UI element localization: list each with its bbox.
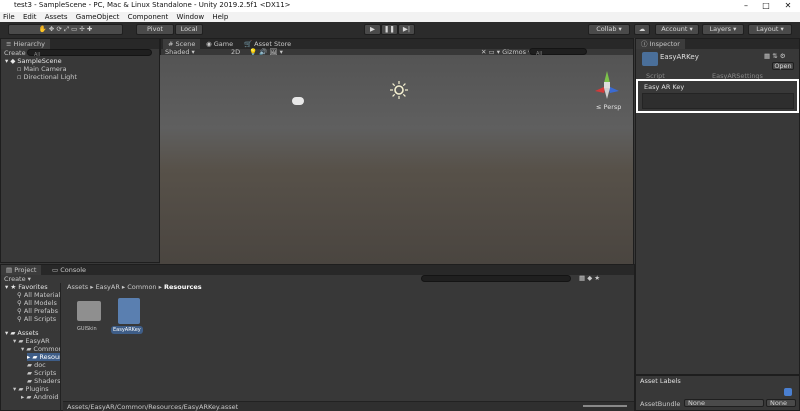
title-bar: test3 - SampleScene - PC, Mac & Linux St… [0,0,800,12]
label-tag-icon[interactable] [784,388,792,396]
menu-assets[interactable]: Assets [42,12,71,22]
tree-easyar[interactable]: ▾ ▰ EasyAR [13,337,50,345]
project-create-button[interactable]: Create ▾ [4,275,31,283]
tree-assets[interactable]: ▾ ▰ Assets [5,329,39,337]
pivot-button[interactable]: Pivot [136,24,174,35]
project-status-bar: Assets/EasyAR/Common/Resources/EasyARKey… [63,401,634,411]
close-icon[interactable]: ✕ [778,0,798,12]
maximize-icon[interactable]: □ [756,0,776,12]
favorites-node[interactable]: ▾ ★ Favorites [5,283,48,291]
menu-bar: File Edit Assets GameObject Component Wi… [0,12,800,22]
scene-root[interactable]: ▾ ◆ SampleScene [5,57,62,65]
folder-icon [77,301,101,321]
scene-search[interactable]: All [529,48,587,57]
breadcrumb: Assets ▸ EasyAR ▸ Common ▸ Resources [67,283,202,291]
project-tree: ▾ ★ Favorites ⚲ All Materials ⚲ All Mode… [1,283,61,411]
menu-gameobject[interactable]: GameObject [73,12,123,22]
asset-labels-panel: Asset Labels AssetBundle None None [635,375,800,411]
project-search[interactable] [421,275,571,282]
asset-name: EasyARKey [660,53,699,61]
local-button[interactable]: Local [175,24,203,35]
minimize-icon[interactable]: – [736,0,756,12]
sun-icon[interactable] [390,81,408,99]
asset-icon [642,52,658,66]
camera-gizmo-icon[interactable] [292,97,304,105]
unity-asset-icon [118,298,140,324]
breadcrumb-resources[interactable]: Resources [164,283,202,291]
assetbundle-label: AssetBundle [640,400,681,408]
favorite-item[interactable]: ⚲ All Models [17,299,57,307]
step-button[interactable]: ▶| [398,24,415,35]
project-panel: ▤ Project ▭ Console Create ▾ ▦ ◆ ★ ▾ ★ F… [0,264,635,411]
tree-resources[interactable]: ▸ ▰ Resources [27,353,60,361]
hierarchy-panel: ≡ Hierarchy Create ▾ All ▾ ◆ SampleScene… [0,38,160,263]
tab-console[interactable]: ▭ Console [47,265,91,275]
breadcrumb-assets[interactable]: Assets [67,283,88,291]
menu-component[interactable]: Component [125,12,172,22]
open-button[interactable]: Open [772,62,794,70]
transform-tools[interactable]: ✋ ✥ ⟳ ⤢ ▭ ✢ ✚ [8,24,123,35]
selected-asset-path: Assets/EasyAR/Common/Resources/EasyARKey… [67,403,239,411]
hierarchy-item-main-camera[interactable]: ▫ Main Camera [17,65,67,73]
window-title: test3 - SampleScene - PC, Mac & Linux St… [14,1,291,9]
persp-label[interactable]: ≤ Persp [596,103,621,111]
key-textarea[interactable] [642,93,794,109]
tree-scripts[interactable]: ▰ Scripts [27,369,56,377]
main-toolbar: ✋ ✥ ⟳ ⤢ ▭ ✢ ✚ Pivot Local ▶ ❚❚ ▶| Collab… [0,22,800,38]
project-filter-icons[interactable]: ▦ ◆ ★ [579,274,600,282]
layers-dropdown[interactable]: Layers ▾ [702,24,744,35]
tab-project[interactable]: ▤ Project [1,265,42,275]
cloud-icon[interactable]: ☁ [634,24,650,35]
favorite-item[interactable]: ⚲ All Scripts [17,315,56,323]
tree-doc[interactable]: ▰ doc [27,361,46,369]
section-title: Easy AR Key [644,83,685,91]
icon-size-slider[interactable] [583,405,627,407]
collab-button[interactable]: Collab ▾ [588,24,630,35]
tree-common[interactable]: ▾ ▰ Common [21,345,60,353]
easy-ar-key-section: Easy AR Key [636,79,799,113]
breadcrumb-easyar[interactable]: EasyAR [96,283,120,291]
orientation-gizmo[interactable] [592,69,622,101]
pause-button[interactable]: ❚❚ [381,24,398,35]
tree-plugins[interactable]: ▾ ▰ Plugins [13,385,49,393]
menu-file[interactable]: File [0,12,18,22]
assetbundle-variant-dropdown[interactable]: None [766,399,796,407]
hierarchy-item-directional-light[interactable]: ▫ Directional Light [17,73,77,81]
layout-dropdown[interactable]: Layout ▾ [748,24,792,35]
asset-labels-title: Asset Labels [640,377,681,385]
favorite-item[interactable]: ⚲ All Materials [17,291,60,299]
inspector-settings-icons[interactable]: ▦ ⇅ ⚙ [764,52,786,60]
tab-hierarchy[interactable]: ≡ Hierarchy [1,39,50,49]
account-dropdown[interactable]: Account ▾ [655,24,699,35]
tree-android[interactable]: ▸ ▰ Android [21,393,59,401]
menu-help[interactable]: Help [209,12,231,22]
assetbundle-dropdown[interactable]: None [684,399,764,407]
menu-window[interactable]: Window [174,12,208,22]
favorite-item[interactable]: ⚲ All Prefabs [17,307,58,315]
file-guiskin[interactable]: GUISkin [77,301,103,335]
tree-shaders[interactable]: ▰ Shaders [27,377,60,385]
tab-inspector[interactable]: ⓘ Inspector [636,39,685,49]
inspector-panel: ⓘ Inspector EasyARKey ▦ ⇅ ⚙ Open Script … [635,38,800,375]
breadcrumb-common[interactable]: Common [127,283,156,291]
play-button[interactable]: ▶ [364,24,381,35]
menu-edit[interactable]: Edit [20,12,40,22]
hierarchy-search[interactable]: All [27,49,152,58]
scene-viewport[interactable]: ≤ Persp [160,55,633,264]
file-easyarkey[interactable]: EasyARKey [111,298,151,338]
